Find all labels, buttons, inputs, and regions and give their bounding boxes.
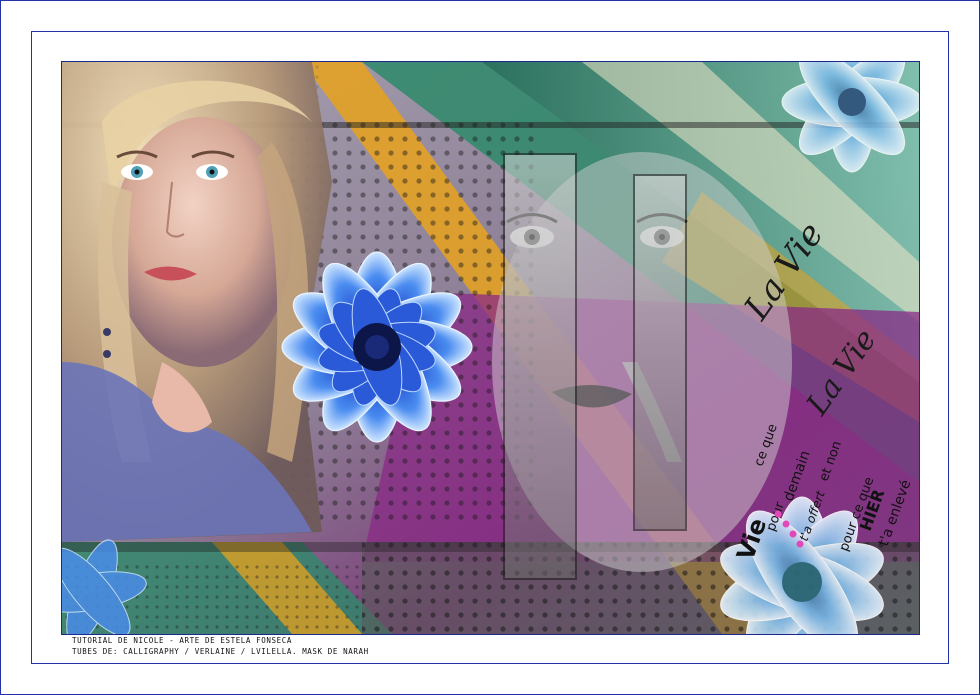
portrait-left bbox=[62, 62, 332, 542]
credit-line-tubes: TUBES DE: CALLIGRAPHY / VERLAINE / LVILE… bbox=[72, 647, 369, 656]
artwork-image: La Vie La Vie Vie pour ce que demain t'a… bbox=[61, 61, 920, 635]
credit-line-tutorial: TUTORIAL DE NICOLE - ARTE DE ESTELA FONS… bbox=[72, 636, 292, 645]
